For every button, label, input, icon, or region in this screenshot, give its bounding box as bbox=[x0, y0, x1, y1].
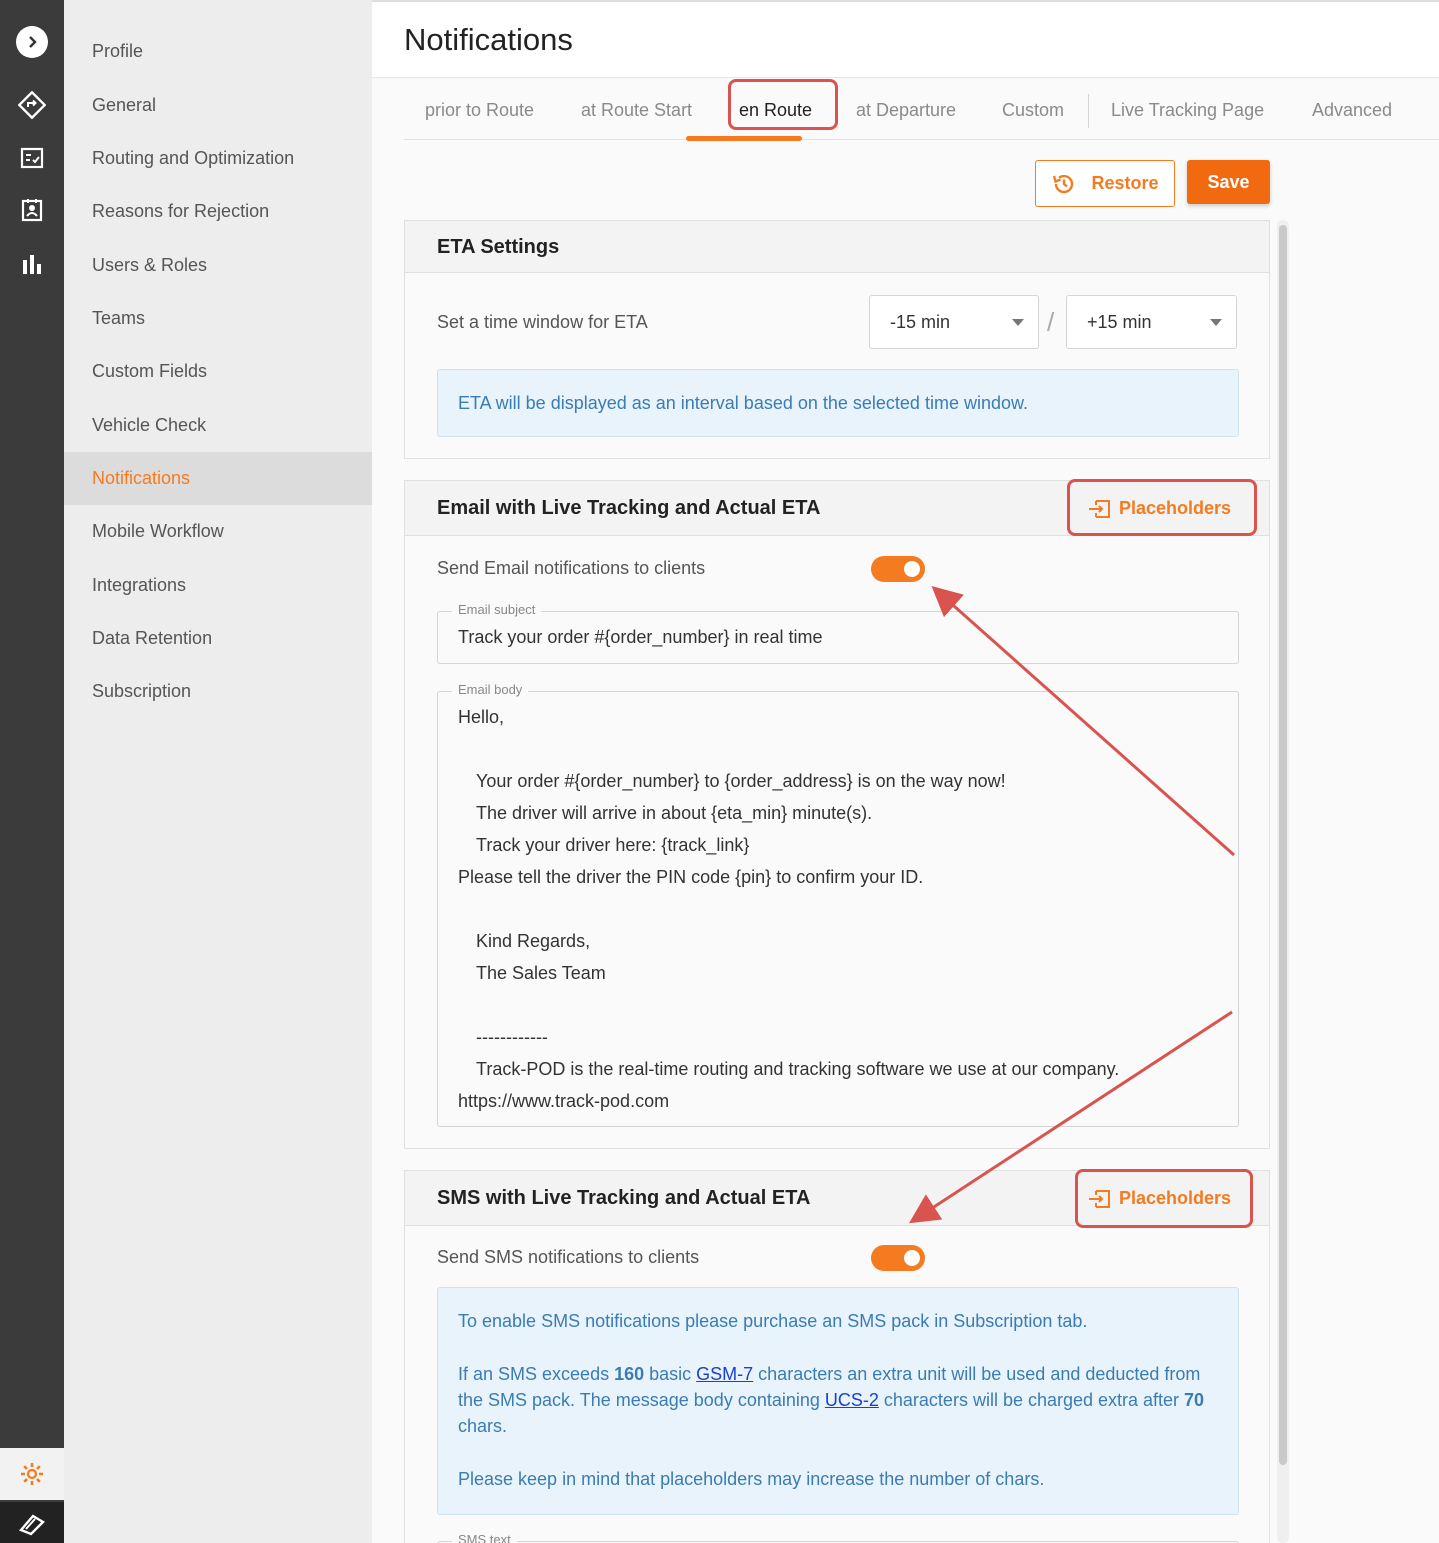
email-body-line: Track-POD is the real-time routing and t… bbox=[476, 1059, 1120, 1079]
eta-info-box: ETA will be displayed as an interval bas… bbox=[437, 369, 1239, 437]
sidebar-item-teams[interactable]: Teams bbox=[64, 292, 372, 345]
email-subject-field[interactable]: Email subject Track your order #{order_n… bbox=[437, 602, 1239, 664]
email-body-line: Track your driver here: {track_link} bbox=[476, 835, 750, 855]
email-body-field[interactable]: Email body Hello, Your order #{order_num… bbox=[437, 682, 1239, 1127]
annotation-highlight-tab bbox=[728, 79, 838, 130]
sms-info-text: characters will be charged extra after bbox=[878, 1390, 1185, 1410]
trackpod-logo-icon bbox=[18, 1513, 45, 1535]
sms-info-text: basic bbox=[644, 1364, 697, 1384]
reports-nav-button[interactable] bbox=[0, 238, 64, 290]
email-body-line: https://www.track-pod.com bbox=[458, 1091, 670, 1111]
notification-tabs: prior to Route at Route Start en Route a… bbox=[404, 80, 1439, 140]
sms-card-title: SMS with Live Tracking and Actual ETA bbox=[437, 1187, 811, 1209]
restore-button[interactable]: Restore bbox=[1035, 160, 1175, 207]
expand-menu-button[interactable] bbox=[0, 16, 64, 68]
tab-divider bbox=[1088, 94, 1089, 128]
gear-icon bbox=[21, 1463, 43, 1485]
eta-card-title: ETA Settings bbox=[437, 235, 560, 258]
active-tab-indicator bbox=[686, 136, 802, 141]
email-body-line: Hello, bbox=[458, 707, 505, 727]
sms-info-line-1: To enable SMS notifications please purch… bbox=[458, 1311, 1088, 1331]
email-toggle-label: Send Email notifications to clients bbox=[437, 558, 706, 578]
sms-info-box: To enable SMS notifications please purch… bbox=[437, 1287, 1239, 1515]
email-notifications-toggle[interactable] bbox=[871, 556, 925, 582]
route-sign-icon bbox=[18, 91, 46, 119]
routes-nav-button[interactable] bbox=[0, 79, 64, 131]
email-body-line: Please tell the driver the PIN code {pin… bbox=[458, 867, 924, 887]
email-subject-label: Email subject bbox=[452, 602, 542, 617]
id-badge-icon bbox=[21, 199, 43, 222]
save-button[interactable]: Save bbox=[1187, 160, 1270, 204]
sms-text-label: SMS text bbox=[452, 1532, 517, 1543]
sms-notifications-toggle[interactable] bbox=[871, 1245, 925, 1271]
email-card-title: Email with Live Tracking and Actual ETA bbox=[437, 497, 821, 519]
email-body-line: Your order #{order_number} to {order_add… bbox=[476, 771, 1006, 791]
drivers-nav-button[interactable] bbox=[0, 184, 64, 236]
email-subject-value: Track your order #{order_number} in real… bbox=[458, 627, 823, 647]
sidebar-item-users-roles[interactable]: Users & Roles bbox=[64, 239, 372, 292]
eta-min-value: -15 min bbox=[890, 311, 951, 332]
tab-live-tracking-page[interactable]: Live Tracking Page bbox=[1111, 80, 1264, 140]
email-body-line: The driver will arrive in about {eta_min… bbox=[476, 803, 873, 823]
eta-info-text: ETA will be displayed as an interval bas… bbox=[458, 393, 1028, 413]
scrollbar-thumb[interactable] bbox=[1279, 225, 1287, 1465]
annotation-highlight-email-placeholders bbox=[1067, 479, 1257, 536]
email-body-label: Email body bbox=[452, 682, 529, 697]
annotation-highlight-sms-placeholders bbox=[1075, 1169, 1253, 1228]
sidebar-item-subscription[interactable]: Subscription bbox=[64, 665, 372, 718]
chevron-down-icon bbox=[1012, 319, 1024, 326]
chevron-right-icon bbox=[16, 26, 48, 58]
brand-button[interactable] bbox=[0, 1502, 64, 1543]
history-icon bbox=[1053, 174, 1074, 193]
orders-nav-button[interactable] bbox=[0, 132, 64, 184]
sidebar-item-routing[interactable]: Routing and Optimization bbox=[64, 132, 372, 185]
sms-char-limit-gsm: 160 bbox=[614, 1364, 645, 1384]
restore-label: Restore bbox=[1091, 173, 1159, 193]
sms-char-limit-ucs: 70 bbox=[1184, 1390, 1205, 1410]
eta-range-separator: / bbox=[1047, 307, 1055, 337]
eta-max-value: +15 min bbox=[1087, 311, 1152, 332]
gsm7-link[interactable]: GSM-7 bbox=[696, 1364, 753, 1384]
email-body-line: ------------ bbox=[476, 1027, 548, 1047]
sidebar-item-custom-fields[interactable]: Custom Fields bbox=[64, 345, 372, 398]
eta-min-select[interactable]: -15 min bbox=[869, 295, 1039, 349]
tab-prior-to-route[interactable]: prior to Route bbox=[425, 80, 534, 140]
eta-window-label: Set a time window for ETA bbox=[437, 312, 648, 332]
sidebar-item-general[interactable]: General bbox=[64, 79, 372, 132]
ucs2-link[interactable]: UCS-2 bbox=[825, 1390, 879, 1410]
email-body-line: Kind Regards, bbox=[476, 931, 591, 951]
page-title: Notifications bbox=[404, 22, 573, 57]
sidebar-item-data-retention[interactable]: Data Retention bbox=[64, 612, 372, 665]
sidebar-item-profile[interactable]: Profile bbox=[64, 25, 372, 78]
sidebar-item-notifications[interactable]: Notifications bbox=[64, 452, 372, 505]
sms-info-line-3: Please keep in mind that placeholders ma… bbox=[458, 1469, 1045, 1489]
tab-advanced[interactable]: Advanced bbox=[1312, 80, 1392, 140]
eta-max-select[interactable]: +15 min bbox=[1066, 295, 1237, 349]
tab-custom[interactable]: Custom bbox=[1002, 80, 1064, 140]
sms-info-paragraph-2: If an SMS exceeds 160 basic GSM-7 charac… bbox=[458, 1361, 1218, 1439]
sidebar-item-integrations[interactable]: Integrations bbox=[64, 559, 372, 612]
settings-nav-button[interactable] bbox=[0, 1448, 64, 1500]
tab-at-departure[interactable]: at Departure bbox=[856, 80, 956, 140]
main-content: Notifications prior to Route at Route St… bbox=[372, 0, 1439, 1543]
settings-sidebar: Profile General Routing and Optimization… bbox=[64, 0, 372, 1543]
tab-at-route-start[interactable]: at Route Start bbox=[581, 80, 692, 140]
sms-info-text: chars. bbox=[458, 1416, 508, 1436]
icon-rail bbox=[0, 0, 64, 1543]
bar-chart-icon bbox=[23, 255, 41, 274]
checklist-icon bbox=[20, 147, 44, 169]
sms-info-text: If an SMS exceeds bbox=[458, 1364, 615, 1384]
eta-settings-card: ETA Settings Set a time window for ETA -… bbox=[404, 220, 1270, 459]
email-body-line: The Sales Team bbox=[476, 963, 606, 983]
eta-card-header: ETA Settings bbox=[405, 221, 1269, 273]
sidebar-item-rejection-reasons[interactable]: Reasons for Rejection bbox=[64, 185, 372, 238]
email-card: Email with Live Tracking and Actual ETA … bbox=[404, 480, 1270, 1149]
page-header: Notifications bbox=[372, 0, 1439, 78]
sidebar-item-vehicle-check[interactable]: Vehicle Check bbox=[64, 399, 372, 452]
sidebar-item-mobile-workflow[interactable]: Mobile Workflow bbox=[64, 505, 372, 558]
sms-toggle-label: Send SMS notifications to clients bbox=[437, 1247, 700, 1267]
chevron-down-icon bbox=[1210, 319, 1222, 326]
